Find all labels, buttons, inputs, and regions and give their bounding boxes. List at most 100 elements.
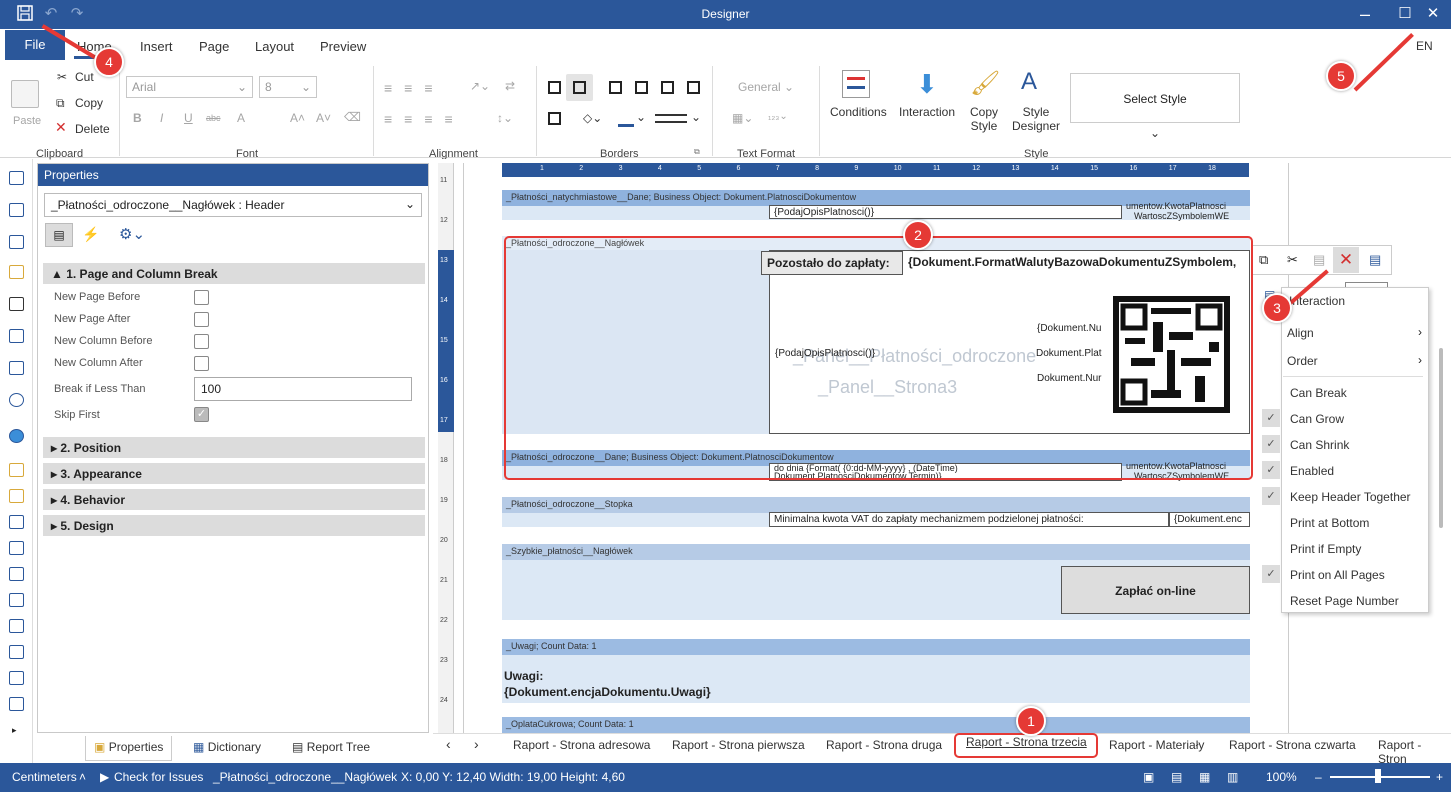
- border-top-icon[interactable]: [635, 81, 648, 94]
- clear-format-icon[interactable]: ⌫: [344, 110, 361, 124]
- minimize-icon[interactable]: –: [1356, 5, 1374, 23]
- zoom-in-icon[interactable]: +: [1436, 770, 1443, 784]
- new-column-after-checkbox[interactable]: [194, 356, 209, 371]
- save-icon[interactable]: [16, 5, 34, 23]
- toolbox-band-icon[interactable]: [9, 171, 24, 185]
- toolbox-shape-icon[interactable]: [9, 329, 24, 343]
- format-general[interactable]: General: [738, 80, 781, 94]
- menu-item-can-break[interactable]: Can Break: [1290, 386, 1347, 400]
- tab-report-tree[interactable]: ▤ Report Tree: [284, 736, 378, 761]
- underline-icon[interactable]: U: [184, 111, 193, 125]
- toolbox-subreport-icon[interactable]: [9, 235, 24, 249]
- border-none-icon[interactable]: [573, 81, 586, 94]
- view-mode-icon[interactable]: ▤: [1171, 770, 1182, 784]
- menu-item-can-grow[interactable]: Can Grow: [1290, 412, 1344, 426]
- style-designer-button[interactable]: Style Designer: [1011, 105, 1061, 133]
- number-format-icon[interactable]: ₁₂₃⌄: [768, 111, 788, 122]
- menu-item-order[interactable]: Order: [1287, 354, 1318, 368]
- tabs-prev-icon[interactable]: ‹: [446, 736, 451, 752]
- band-header[interactable]: _Uwagi; Count Data: 1: [502, 639, 1250, 655]
- view-mode-icon[interactable]: ▣: [1143, 770, 1154, 784]
- toolbox-map-icon[interactable]: [9, 429, 24, 443]
- new-page-before-checkbox[interactable]: [194, 290, 209, 305]
- section-appearance[interactable]: ▸ 3. Appearance: [43, 463, 425, 484]
- align-top-icons[interactable]: ≡≡≡: [384, 80, 445, 96]
- section-position[interactable]: ▸ 2. Position: [43, 437, 425, 458]
- page-tab[interactable]: Raport - Strona adresowa: [513, 738, 650, 752]
- section-page-column-break[interactable]: ▲ 1. Page and Column Break: [43, 263, 425, 284]
- border-color-icon[interactable]: [618, 124, 634, 127]
- page-tab[interactable]: Raport - Strona czwarta: [1229, 738, 1356, 752]
- font-family-combo[interactable]: Arial ⌄: [126, 76, 253, 98]
- shrink-font-icon[interactable]: A˅: [316, 111, 331, 125]
- delete-icon[interactable]: ✕: [1333, 247, 1359, 273]
- report-cell[interactable]: {PodajOpisPlatnosci()}: [769, 205, 1122, 219]
- toolbox-calendar-icon[interactable]: [9, 489, 24, 503]
- new-page-after-checkbox[interactable]: [194, 312, 209, 327]
- report-cell[interactable]: Uwagi:: [504, 669, 543, 683]
- undo-icon[interactable]: ↶: [42, 5, 60, 23]
- menu-item-can-shrink[interactable]: Can Shrink: [1290, 438, 1349, 452]
- menu-item-reset-page-number[interactable]: Reset Page Number: [1290, 594, 1399, 608]
- font-color-icon[interactable]: A: [237, 111, 245, 125]
- redo-icon[interactable]: ↷: [68, 5, 86, 23]
- toolbox-component-icon[interactable]: [9, 593, 24, 607]
- interaction-button[interactable]: Interaction: [899, 105, 955, 119]
- grow-font-icon[interactable]: A˄: [290, 111, 305, 125]
- break-if-less-than-input[interactable]: 100: [194, 377, 412, 401]
- toolbox-table-icon[interactable]: [9, 203, 24, 217]
- tab-page[interactable]: Page: [199, 39, 229, 54]
- copy-style-button[interactable]: Copy Style: [966, 105, 1002, 133]
- toolbox-component-icon[interactable]: [9, 515, 24, 529]
- dialog-launcher-icon[interactable]: ⧉: [694, 147, 700, 157]
- line-spacing-icon[interactable]: ↕⌄: [497, 111, 513, 125]
- maximize-icon[interactable]: ☐: [1396, 5, 1414, 23]
- conditions-button[interactable]: Conditions: [830, 105, 887, 119]
- band-header[interactable]: _Szybkie_płatności__Nagłówek: [502, 544, 1250, 560]
- page-tab[interactable]: Raport - Stron: [1378, 738, 1451, 766]
- menu-item-enabled[interactable]: Enabled: [1290, 464, 1334, 478]
- bold-icon[interactable]: B: [133, 111, 142, 125]
- toolbox-pen-icon[interactable]: [9, 265, 24, 279]
- menu-item-print-at-bottom[interactable]: Print at Bottom: [1290, 516, 1369, 530]
- menu-item-print-on-all-pages[interactable]: Print on All Pages: [1290, 568, 1385, 582]
- tab-layout[interactable]: Layout: [255, 39, 294, 54]
- page-tab[interactable]: Raport - Strona druga: [826, 738, 942, 752]
- pay-online-button[interactable]: Zapłać on-line: [1061, 566, 1250, 614]
- copy-button[interactable]: Copy: [75, 96, 103, 110]
- fill-color-icon[interactable]: ◇⌄: [583, 111, 602, 125]
- border-bottom-icon[interactable]: [687, 81, 700, 94]
- menu-item-print-if-empty[interactable]: Print if Empty: [1290, 542, 1361, 556]
- paste-icon[interactable]: ▤: [1313, 252, 1325, 268]
- toolbox-component-icon[interactable]: [9, 645, 24, 659]
- text-direction-icon[interactable]: ↗⌄: [470, 79, 490, 93]
- report-cell[interactable]: Minimalna kwota VAT do zapłaty mechanizm…: [769, 512, 1169, 527]
- section-behavior[interactable]: ▸ 4. Behavior: [43, 489, 425, 510]
- zoom-slider-thumb[interactable]: [1375, 769, 1381, 783]
- tabs-next-icon[interactable]: ›: [474, 736, 479, 752]
- section-design[interactable]: ▸ 5. Design: [43, 515, 425, 536]
- settings-gear-icon[interactable]: ⚙⌄: [119, 225, 145, 243]
- chevron-down-icon[interactable]: ⌄: [636, 110, 646, 124]
- language-selector[interactable]: EN: [1416, 39, 1433, 53]
- menu-item-align[interactable]: Align: [1287, 326, 1314, 340]
- zoom-out-icon[interactable]: –: [1315, 770, 1322, 784]
- units-selector[interactable]: Centimeters: [12, 770, 77, 784]
- toolbox-chart-icon[interactable]: [9, 361, 24, 375]
- toolbox-component-icon[interactable]: [9, 671, 24, 685]
- close-icon[interactable]: ✕: [1424, 5, 1442, 23]
- strikethrough-icon[interactable]: abc: [206, 113, 221, 123]
- cut-button[interactable]: Cut: [75, 70, 94, 84]
- band-header[interactable]: _Płatności_odroczone__Stopka: [502, 497, 1250, 513]
- border-left-icon[interactable]: [609, 81, 622, 94]
- border-outline-icon[interactable]: [548, 112, 561, 125]
- chevron-down-icon[interactable]: ⌄: [691, 110, 701, 124]
- tab-preview[interactable]: Preview: [320, 39, 366, 54]
- chevron-down-icon[interactable]: ⌄: [784, 80, 794, 94]
- menu-item-keep-header-together[interactable]: Keep Header Together: [1290, 490, 1411, 504]
- edit-icon[interactable]: ▤: [1369, 252, 1381, 268]
- chevron-down-icon[interactable]: ⌄: [1150, 126, 1160, 140]
- toolbox-component-icon[interactable]: [9, 541, 24, 555]
- toolbox-text-icon[interactable]: [9, 463, 24, 477]
- events-icon[interactable]: ⚡: [82, 226, 99, 243]
